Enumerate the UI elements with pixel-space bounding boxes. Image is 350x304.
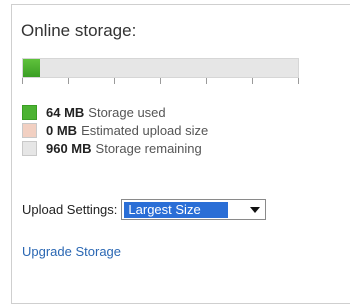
upgrade-storage-link[interactable]: Upgrade Storage	[22, 244, 121, 259]
bar-tick	[22, 78, 23, 84]
upload-settings-row: Upload Settings: Largest Size	[22, 199, 267, 220]
legend-item-used: 64 MB Storage used	[22, 104, 208, 121]
bar-tick	[68, 78, 69, 84]
remaining-swatch	[22, 141, 37, 156]
bar-tick	[114, 78, 115, 84]
legend-item-upload: 0 MB Estimated upload size	[22, 122, 208, 139]
upload-size-select[interactable]: Largest Size	[121, 199, 267, 220]
bar-tick	[298, 78, 299, 84]
storage-used-fill	[23, 59, 41, 77]
upload-label: Estimated upload size	[81, 123, 209, 138]
upload-settings-label: Upload Settings:	[22, 202, 118, 217]
bar-tick	[206, 78, 207, 84]
legend-item-remaining: 960 MB Storage remaining	[22, 140, 208, 157]
bar-tick	[160, 78, 161, 84]
used-label: Storage used	[88, 105, 166, 120]
remaining-label: Storage remaining	[95, 141, 202, 156]
storage-legend: 64 MB Storage used 0 MB Estimated upload…	[22, 104, 208, 158]
storage-bar-ticks	[22, 78, 299, 86]
remaining-amount: 960 MB	[46, 141, 92, 156]
upload-swatch	[22, 123, 37, 138]
used-swatch	[22, 105, 37, 120]
used-amount: 64 MB	[46, 105, 85, 120]
storage-title: Online storage:	[21, 21, 137, 40]
upload-size-selected-value: Largest Size	[124, 202, 229, 218]
upload-amount: 0 MB	[46, 123, 78, 138]
storage-progress-bar	[22, 58, 299, 78]
chevron-down-icon[interactable]	[250, 207, 261, 213]
bar-tick	[252, 78, 253, 84]
